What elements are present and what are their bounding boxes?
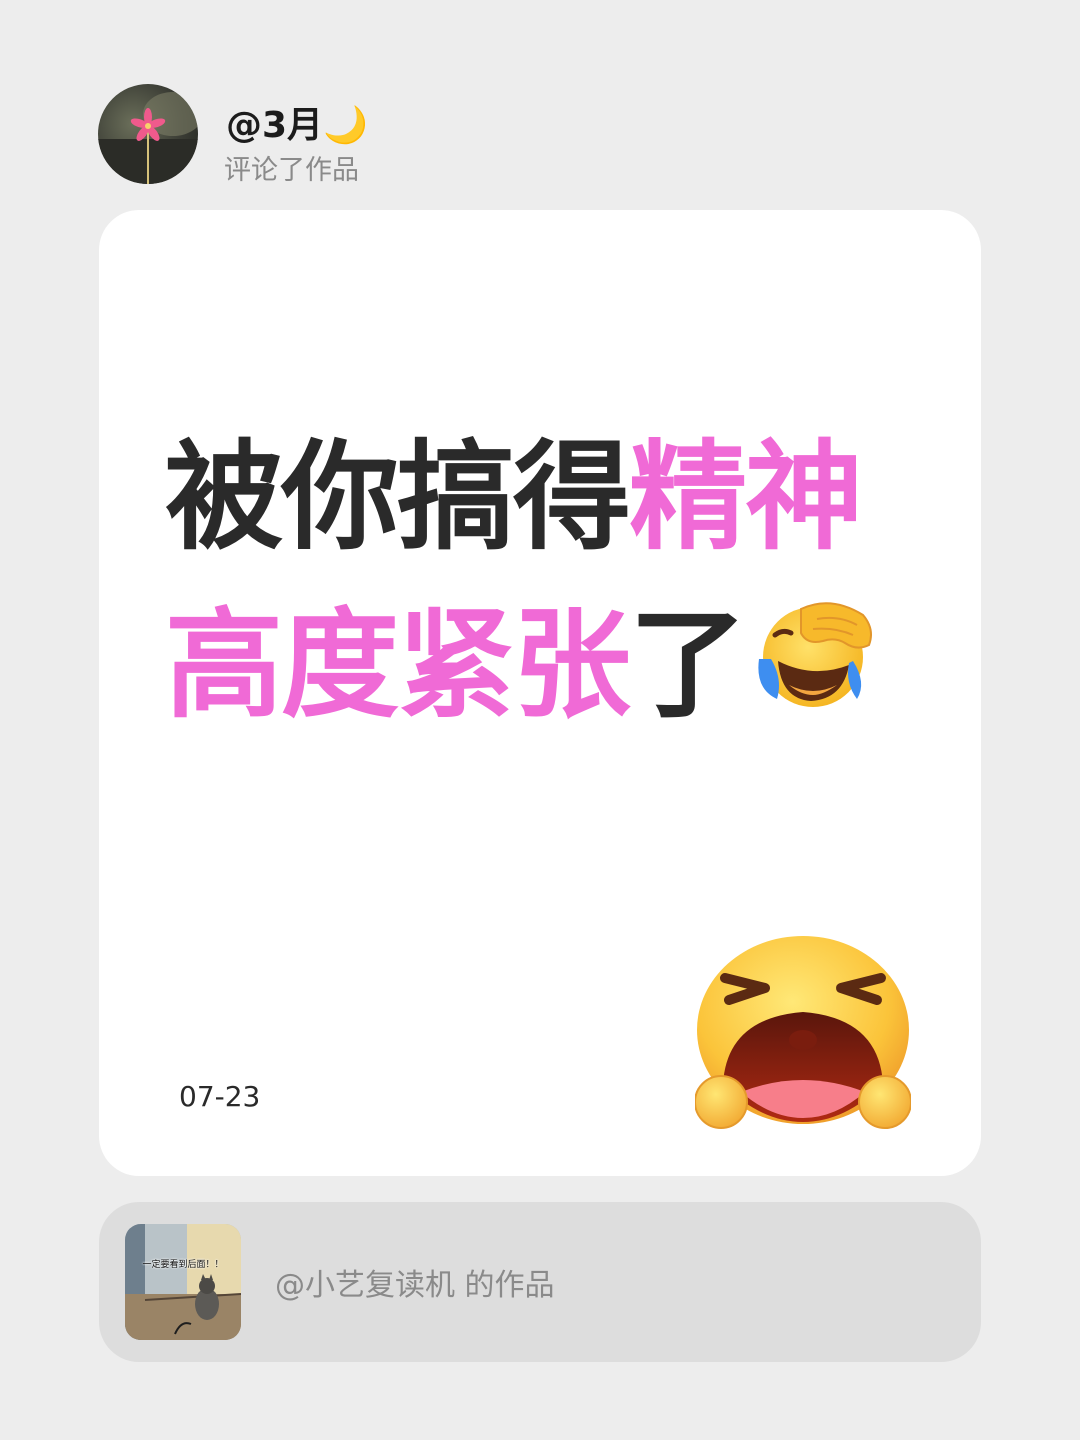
cat-thumbnail-image [125, 1224, 241, 1340]
comment-date: 07-23 [179, 1080, 261, 1113]
avatar[interactable] [98, 84, 198, 184]
thumbnail-caption: 一定要看到后面！！ [142, 1260, 224, 1270]
work-author-label[interactable]: @小艺复读机 的作品 [275, 1260, 555, 1304]
comment-text-line-2: 高度紧张了 [165, 602, 925, 739]
comment-text-pink-2: 高度紧张 [165, 596, 631, 734]
comment-text-pink-1: 精神 [629, 428, 863, 566]
crying-loudly-emoji-icon [694, 934, 912, 1138]
username[interactable]: @3月🌙 [226, 96, 368, 148]
comment-action-label: 评论了作品 [224, 155, 359, 186]
facepalm-laughing-crying-emoji-icon [753, 599, 877, 729]
referenced-work-card[interactable]: 一定要看到后面！！ @小艺复读机 的作品 [99, 1202, 981, 1362]
author-header: @3月🌙 评论了作品 [98, 84, 898, 186]
comment-text-line-1: 被你搞得精神 [165, 438, 925, 556]
comment-text-dark-2: 了 [629, 596, 747, 734]
comment-card: 被你搞得精神 高度紧张了 07-23 [99, 210, 981, 1176]
comment-text-dark-1: 被你搞得 [165, 428, 631, 566]
flower-avatar-image [98, 92, 198, 184]
work-thumbnail[interactable]: 一定要看到后面！！ [125, 1224, 241, 1340]
